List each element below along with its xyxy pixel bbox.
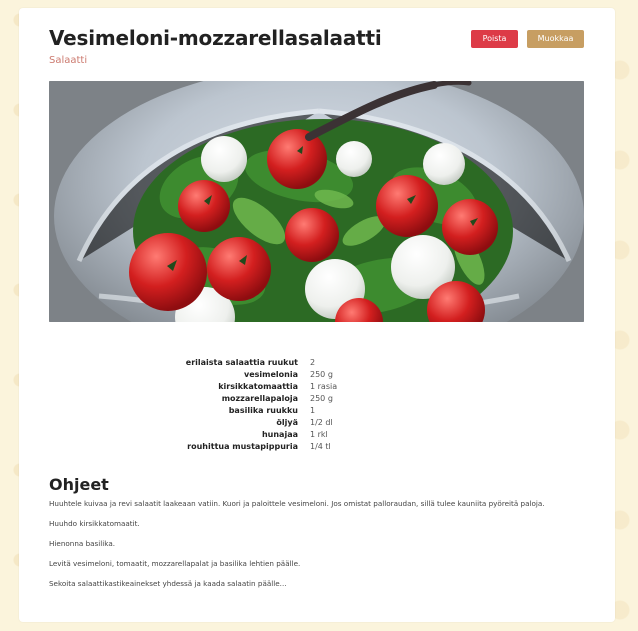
ingredient-name: erilaista salaattia ruukut <box>185 358 298 367</box>
ingredient-amount: 250 g <box>310 370 333 379</box>
instruction-step: Hienonna basilika. <box>49 539 116 548</box>
ingredient-amount: 2 <box>310 358 316 367</box>
ingredient-row: hunajaa 1 rkl <box>19 429 615 441</box>
ingredient-name: mozzarellapaloja <box>221 394 298 403</box>
instructions-heading: Ohjeet <box>49 475 109 494</box>
ingredient-amount: 1 rasia <box>310 382 338 391</box>
ingredient-amount: 250 g <box>310 394 333 403</box>
ingredient-row: rouhittua mustapippuria 1/4 tl <box>19 441 615 453</box>
delete-button[interactable]: Poista <box>471 30 518 48</box>
ingredient-row: öljyä 1/2 dl <box>19 417 615 429</box>
ingredient-name: hunajaa <box>261 430 298 439</box>
ingredient-amount: 1/2 dl <box>310 418 333 427</box>
recipe-category: Salaatti <box>49 55 88 66</box>
ingredient-amount: 1/4 tl <box>310 442 331 451</box>
ingredient-name: vesimelonia <box>244 370 298 379</box>
ingredient-name: kirsikkatomaattia <box>218 382 298 391</box>
edit-button[interactable]: Muokkaa <box>527 30 584 48</box>
recipe-card: Vesimeloni-mozzarellasalaatti Salaatti P… <box>19 8 615 622</box>
ingredient-name: öljyä <box>276 418 298 427</box>
instruction-step: Sekoita salaattikastikeainekset yhdessä … <box>49 579 287 588</box>
instruction-step: Levitä vesimeloni, tomaatit, mozzarellap… <box>49 559 301 568</box>
instruction-step: Huuhtele kuivaa ja revi salaatit laakeaa… <box>49 499 545 508</box>
recipe-image <box>49 81 584 322</box>
ingredient-row: basilika ruukku 1 <box>19 405 615 417</box>
salad-photo-svg <box>49 81 584 322</box>
ingredient-amount: 1 <box>310 406 316 415</box>
instruction-step: Huuhdo kirsikkatomaatit. <box>49 519 140 528</box>
ingredient-amount: 1 rkl <box>310 430 328 439</box>
recipe-title: Vesimeloni-mozzarellasalaatti <box>49 26 382 50</box>
ingredients-list: erilaista salaattia ruukut 2 vesimelonia… <box>19 357 615 453</box>
ingredient-row: kirsikkatomaattia 1 rasia <box>19 381 615 393</box>
ingredient-name: basilika ruukku <box>228 406 298 415</box>
ingredient-row: erilaista salaattia ruukut 2 <box>19 357 615 369</box>
ingredient-row: mozzarellapaloja 250 g <box>19 393 615 405</box>
ingredient-row: vesimelonia 250 g <box>19 369 615 381</box>
instruction-steps: Huuhtele kuivaa ja revi salaatit laakeaa… <box>49 499 579 599</box>
ingredient-name: rouhittua mustapippuria <box>187 442 298 451</box>
